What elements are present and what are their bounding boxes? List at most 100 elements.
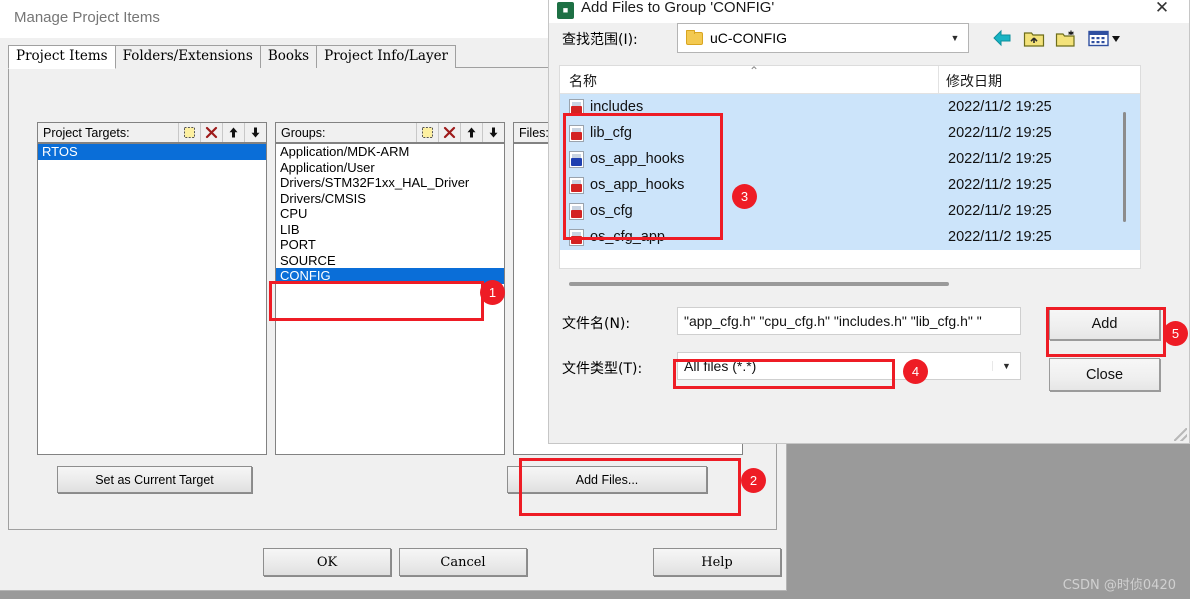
h-file-icon [569,98,584,116]
file-date-cell: 2022/11/2 19:25 [948,125,1052,141]
c-file-icon [569,150,584,168]
table-row[interactable]: os_app_hooks 2022/11/2 19:25 [560,146,1140,172]
close-icon[interactable]: ✕ [1141,0,1183,21]
annotation-badge-3: 3 [732,184,757,209]
cancel-button[interactable]: Cancel [399,548,527,576]
resize-grip[interactable] [1174,428,1187,441]
annotation-badge-2: 2 [741,468,766,493]
move-target-up-icon[interactable] [222,123,244,142]
ok-button[interactable]: OK [263,548,391,576]
chevron-down-icon[interactable]: ▼ [992,361,1020,371]
column-header-name[interactable]: 名称 [569,71,597,91]
app-icon: ■ [557,2,574,19]
new-target-icon[interactable] [178,123,200,142]
look-in-value: uC-CONFIG [710,30,787,46]
folder-icon [686,29,703,45]
file-name-label: os_app_hooks [590,177,685,193]
table-row[interactable]: os_cfg 2022/11/2 19:25 [560,198,1140,224]
move-group-up-icon[interactable] [460,123,482,142]
file-name-input[interactable]: "app_cfg.h" "cpu_cfg.h" "includes.h" "li… [677,307,1021,335]
set-as-current-target-button[interactable]: Set as Current Target [57,466,252,493]
file-name-label: os_cfg_app [590,229,665,245]
file-name-label: lib_cfg [590,125,632,141]
h-file-icon [569,176,584,194]
file-date-cell: 2022/11/2 19:25 [948,177,1052,193]
file-date-cell: 2022/11/2 19:25 [948,151,1052,167]
file-name-cell: includes [569,98,644,116]
file-name-label: os_app_hooks [590,151,685,167]
groups-list[interactable]: Application/MDK-ARM Application/User Dri… [275,143,505,455]
watermark: CSDN @时侦0420 [1062,578,1176,593]
annotation-badge-4: 4 [903,359,928,384]
up-folder-icon[interactable] [1021,25,1047,51]
vertical-scrollbar[interactable] [1123,112,1126,222]
groups-label: Groups: [281,125,326,140]
list-item[interactable]: PORT [276,237,504,253]
move-group-down-icon[interactable] [482,123,504,142]
file-name-label-text: 文件名(N): [562,316,631,332]
list-item[interactable]: Drivers/STM32F1xx_HAL_Driver [276,175,504,191]
list-item[interactable]: Application/User [276,160,504,176]
look-in-combo[interactable]: uC-CONFIG ▼ [677,23,969,53]
groups-header: Groups: [275,122,505,143]
add-files-dialog: ■ Add Files to Group 'CONFIG' ✕ 查找范围(I):… [548,0,1190,444]
chevron-down-icon[interactable]: ▼ [942,33,968,43]
project-targets-list[interactable]: RTOS [37,143,267,455]
file-type-value: All files (*.*) [684,358,757,374]
dialog-titlebar: ■ Add Files to Group 'CONFIG' ✕ [549,0,1189,23]
h-file-icon [569,228,584,246]
table-row[interactable]: os_app_hooks 2022/11/2 19:25 [560,172,1140,198]
file-name-cell: os_cfg [569,202,633,220]
file-list[interactable]: 名称 ⌃ 修改日期 includes 2022/11/2 19:25 lib_c… [559,64,1141,269]
help-button[interactable]: Help [653,548,781,576]
table-row[interactable]: includes 2022/11/2 19:25 [560,94,1140,120]
list-item[interactable]: Application/MDK-ARM [276,144,504,160]
project-targets-header: Project Targets: [37,122,267,143]
dialog-title: Add Files to Group 'CONFIG' [581,0,775,16]
file-type-combo[interactable]: All files (*.*) ▼ [677,352,1021,380]
file-date-cell: 2022/11/2 19:25 [948,203,1052,219]
annotation-badge-5: 5 [1163,321,1188,346]
file-name-cell: os_app_hooks [569,176,685,194]
annotation-badge-1: 1 [480,280,505,305]
file-name-cell: lib_cfg [569,124,632,142]
view-mode-icon[interactable] [1085,25,1125,51]
h-file-icon [569,124,584,142]
close-button[interactable]: Close [1049,358,1160,391]
horizontal-scrollbar[interactable] [569,282,949,286]
list-item[interactable]: LIB [276,222,504,238]
tab-project-info-layer[interactable]: Project Info/Layer [316,45,457,68]
groups-config-item[interactable]: CONFIG [276,268,504,284]
back-icon[interactable] [989,25,1015,51]
file-type-label-text: 文件类型(T): [562,361,643,377]
file-name-cell: os_cfg_app [569,228,665,246]
list-item[interactable]: RTOS [38,144,266,160]
add-button[interactable]: Add [1049,307,1160,340]
h-file-icon [569,202,584,220]
delete-group-icon[interactable] [438,123,460,142]
file-name-cell: os_app_hooks [569,150,685,168]
list-item[interactable]: SOURCE [276,253,504,269]
add-files-button[interactable]: Add Files... [507,466,707,493]
look-in-label: 查找范围(I): [562,32,638,48]
tab-project-items[interactable]: Project Items [8,45,116,69]
table-row[interactable]: os_cfg_app 2022/11/2 19:25 [560,224,1140,250]
file-name-label: includes [590,99,644,115]
new-group-icon[interactable] [416,123,438,142]
list-item[interactable]: CPU [276,206,504,222]
delete-target-icon[interactable] [200,123,222,142]
file-list-rows: includes 2022/11/2 19:25 lib_cfg 2022/11… [560,94,1140,250]
file-list-header: 名称 ⌃ 修改日期 [560,64,1140,94]
sort-ascending-icon: ⌃ [749,64,760,78]
list-item[interactable]: Drivers/CMSIS [276,191,504,207]
new-folder-icon[interactable] [1053,25,1079,51]
file-date-cell: 2022/11/2 19:25 [948,229,1052,245]
file-name-label: os_cfg [590,203,633,219]
tab-folders-extensions[interactable]: Folders/Extensions [114,45,261,68]
file-date-cell: 2022/11/2 19:25 [948,99,1052,115]
project-targets-label: Project Targets: [43,125,130,140]
table-row[interactable]: lib_cfg 2022/11/2 19:25 [560,120,1140,146]
move-target-down-icon[interactable] [244,123,266,142]
column-header-date[interactable]: 修改日期 [946,71,1002,91]
tab-books[interactable]: Books [259,45,318,68]
